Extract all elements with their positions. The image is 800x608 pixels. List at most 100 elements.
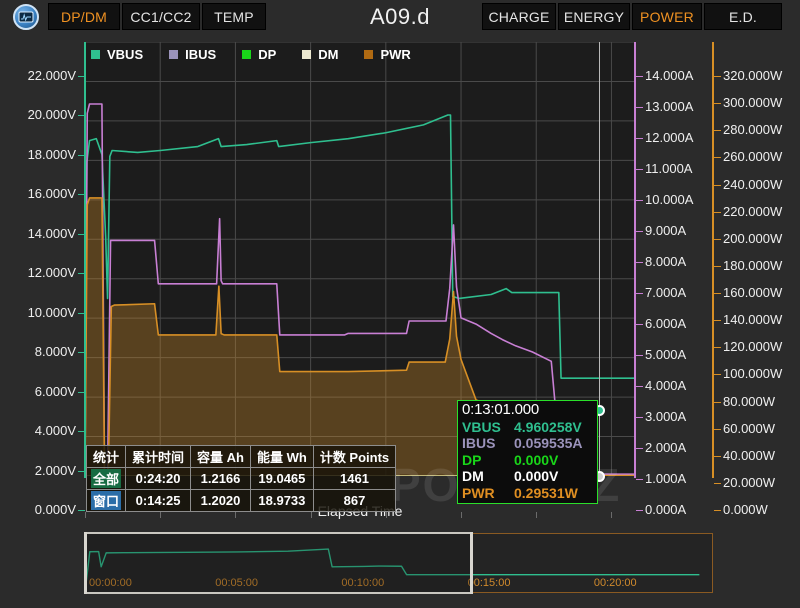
axis-tick	[636, 200, 643, 201]
table-row: 窗口0:14:251.202018.9733867	[87, 490, 396, 512]
statistics-table: 统计累计时间容量 Ah能量 Wh计数 Points 全部0:24:201.216…	[86, 445, 396, 512]
axis-tick	[78, 115, 85, 116]
navigator-handle-left[interactable]	[84, 532, 87, 594]
tab-power[interactable]: POWER	[632, 3, 702, 30]
row-label-badge: 全部	[91, 469, 121, 488]
axis-tick-label: 240.000W	[723, 177, 782, 192]
cursor-readout-tooltip: 0:13:01.000 VBUS4.960258VIBUS0.059535ADP…	[457, 400, 598, 504]
axis-tick-label: 80.000W	[723, 394, 775, 409]
scope-circle-icon[interactable]	[13, 4, 39, 30]
axis-tick	[714, 130, 721, 131]
tooltip-key: PWR	[462, 485, 514, 502]
axis-tick-label: 6.000V	[0, 384, 76, 399]
axis-tick	[714, 429, 721, 430]
tab-ed[interactable]: E.D.	[704, 3, 782, 30]
tooltip-row-dm: DM0.000V	[462, 468, 593, 485]
legend-swatch-icon	[242, 50, 251, 59]
voltage-axis-line	[84, 42, 86, 478]
axis-tick	[714, 212, 721, 213]
axis-tick-label: 100.000W	[723, 366, 782, 381]
table-cell-wh: 18.9733	[250, 490, 313, 512]
navigator-tick-label: 00:20:00	[594, 577, 637, 589]
navigator-selection-window[interactable]	[85, 532, 473, 594]
axis-tick-label: 2.000V	[0, 463, 76, 478]
axis-tick	[714, 456, 721, 457]
axis-tick-label: 2.000A	[645, 440, 686, 455]
app-window: DP/DM CC1/CC2 TEMP A09.d CHARGE ENERGY P…	[0, 0, 800, 608]
legend-swatch-icon	[302, 50, 311, 59]
table-header-cell: 统计	[87, 446, 126, 468]
tooltip-value: 0.000V	[514, 452, 558, 469]
axis-tick	[714, 293, 721, 294]
table-header-cell: 容量 Ah	[191, 446, 251, 468]
axis-tick-label: 4.000A	[645, 378, 686, 393]
tab-energy[interactable]: ENERGY	[558, 3, 630, 30]
axis-tick-label: 16.000V	[0, 186, 76, 201]
legend-label: PWR	[380, 47, 410, 62]
axis-tick	[78, 471, 85, 472]
axis-tick	[636, 293, 643, 294]
tab-dp-dm[interactable]: DP/DM	[48, 3, 120, 30]
legend-item-dp[interactable]: DP	[242, 47, 276, 62]
tooltip-value: 0.000V	[514, 468, 558, 485]
page-title: A09.d	[330, 1, 470, 33]
tooltip-key: IBUS	[462, 435, 514, 452]
axis-tick-label: 8.000V	[0, 344, 76, 359]
axis-tick	[714, 157, 721, 158]
axis-tick	[636, 138, 643, 139]
axis-tick	[636, 479, 643, 480]
axis-tick-label: 11.000A	[645, 161, 692, 176]
axis-tick	[78, 313, 85, 314]
tooltip-key: VBUS	[462, 419, 514, 436]
legend-swatch-icon	[91, 50, 100, 59]
table-cell-ah: 1.2020	[191, 490, 251, 512]
axis-tick-label: 6.000A	[645, 316, 686, 331]
tab-charge[interactable]: CHARGE	[482, 3, 556, 30]
tab-temp[interactable]: TEMP	[202, 3, 266, 30]
tab-cc1-cc2[interactable]: CC1/CC2	[122, 3, 200, 30]
axis-tick-label: 18.000V	[0, 147, 76, 162]
tooltip-key: DM	[462, 468, 514, 485]
legend-item-dm[interactable]: DM	[302, 47, 338, 62]
waveform-glyph	[18, 10, 34, 24]
tooltip-row-ibus: IBUS0.059535A	[462, 435, 593, 452]
table-row: 全部0:24:201.216619.04651461	[87, 468, 396, 490]
table-header-cell: 累计时间	[126, 446, 191, 468]
tooltip-key: DP	[462, 452, 514, 469]
table-header-row: 统计累计时间容量 Ah能量 Wh计数 Points	[87, 446, 396, 468]
table-row-label: 全部	[87, 468, 126, 490]
axis-tick	[636, 262, 643, 263]
axis-tick	[714, 76, 721, 77]
legend-swatch-icon	[364, 50, 373, 59]
legend-label: DM	[318, 47, 338, 62]
axis-tick-label: 40.000W	[723, 448, 775, 463]
axis-tick-label: 260.000W	[723, 149, 782, 164]
legend-item-pwr[interactable]: PWR	[364, 47, 410, 62]
axis-tick	[714, 103, 721, 104]
axis-tick	[636, 76, 643, 77]
axis-tick	[78, 273, 85, 274]
axis-tick	[636, 355, 643, 356]
timeline-navigator[interactable]: 00:00:0000:05:0000:10:0000:15:0000:20:00	[0, 519, 800, 608]
axis-tick-label: 1.000A	[645, 471, 686, 486]
tooltip-value: 0.059535A	[514, 435, 583, 452]
legend-item-ibus[interactable]: IBUS	[169, 47, 216, 62]
chart-legend[interactable]: VBUS IBUS DP DM PWR	[85, 43, 437, 65]
axis-tick	[714, 185, 721, 186]
axis-tick-label: 300.000W	[723, 95, 782, 110]
axis-tick-label: 14.000V	[0, 226, 76, 241]
legend-item-vbus[interactable]: VBUS	[91, 47, 143, 62]
axis-tick	[78, 76, 85, 77]
axis-tick-label: 8.000A	[645, 254, 686, 269]
tooltip-row-vbus: VBUS4.960258V	[462, 419, 593, 436]
axis-tick-label: 12.000A	[645, 130, 693, 145]
axis-tick	[714, 483, 721, 484]
table-cell-ah: 1.2166	[191, 468, 251, 490]
axis-tick	[636, 231, 643, 232]
navigator-handle-right[interactable]	[470, 532, 473, 594]
axis-tick	[714, 239, 721, 240]
axis-tick	[636, 169, 643, 170]
power-axis-line	[712, 42, 714, 478]
main-chart: 0.000V2.000V4.000V6.000V8.000V10.000V12.…	[0, 34, 800, 519]
axis-tick-label: 20.000V	[0, 107, 76, 122]
